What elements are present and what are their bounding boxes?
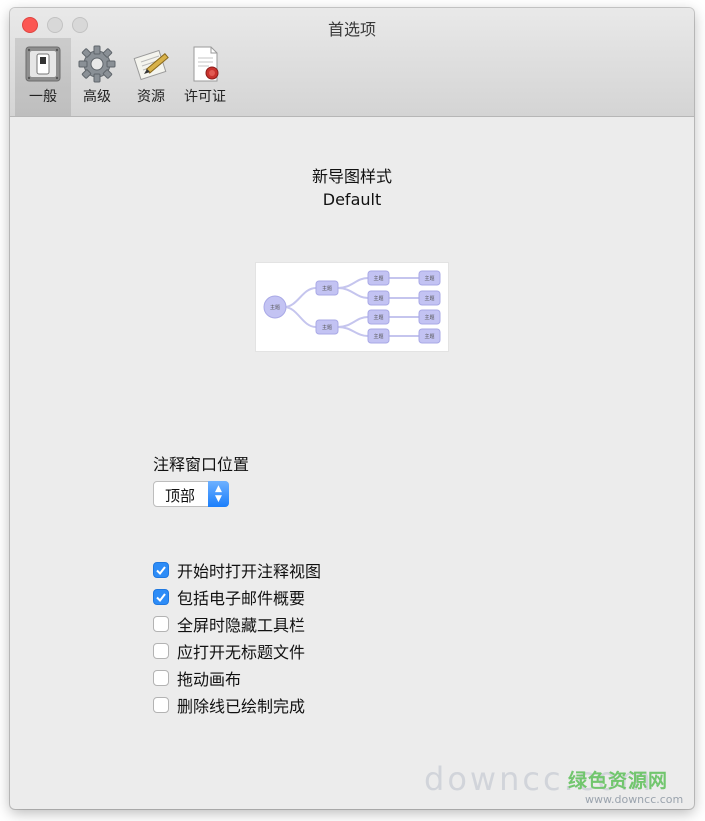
preview-subtopic-node: 主题 bbox=[424, 295, 434, 302]
checkbox-label: 包括电子邮件概要 bbox=[177, 588, 306, 608]
mind-map-preview: 主题 主题 主题 主题 主题 主题 主题 主题 主题 主题 主题 bbox=[263, 270, 441, 344]
map-style-preview[interactable]: 主题 主题 主题 主题 主题 主题 主题 主题 主题 主题 主题 bbox=[256, 263, 448, 351]
toolbar-tab-license[interactable]: 许可证 bbox=[177, 38, 233, 116]
checkmark-icon bbox=[156, 565, 166, 575]
preview-subtopic-node: 主题 bbox=[373, 314, 383, 321]
checkbox[interactable] bbox=[153, 615, 169, 632]
gear-icon bbox=[78, 45, 116, 83]
toolbar-tab-advanced[interactable]: 高级 bbox=[69, 38, 125, 116]
checkbox[interactable] bbox=[153, 696, 169, 713]
preview-subtopic-node: 主题 bbox=[373, 295, 383, 302]
note-window-heading: 注释窗口位置 bbox=[153, 455, 250, 474]
checkbox[interactable] bbox=[153, 642, 169, 659]
toolbar-label: 一般 bbox=[29, 89, 57, 105]
pencil-paper-icon bbox=[133, 49, 169, 81]
window-title: 首选项 bbox=[327, 20, 376, 39]
title-bar: 首选项 一般 高级 资源 许可证 bbox=[10, 8, 694, 117]
checkbox-label: 开始时打开注释视图 bbox=[177, 561, 322, 581]
checkbox-label: 全屏时隐藏工具栏 bbox=[177, 615, 306, 635]
checkbox-label: 拖动画布 bbox=[177, 669, 242, 689]
checkbox[interactable] bbox=[153, 561, 169, 578]
preview-subtopic-node: 主题 bbox=[424, 314, 434, 321]
general-pane: 新导图样式 Default 主题 主题 主题 主题 主题 主题 主题 主题 主题… bbox=[10, 117, 694, 809]
checkbox-row[interactable]: 应打开无标题文件 bbox=[153, 637, 321, 664]
toolbar-label: 高级 bbox=[83, 89, 111, 105]
toolbar-label: 许可证 bbox=[184, 89, 226, 105]
chevron-updown-icon: ▲ ▼ bbox=[208, 481, 229, 507]
map-style-value: Default bbox=[322, 190, 382, 209]
checkbox-row[interactable]: 全屏时隐藏工具栏 bbox=[153, 610, 321, 637]
checkbox-label: 应打开无标题文件 bbox=[177, 642, 306, 662]
checkbox[interactable] bbox=[153, 669, 169, 686]
preview-subtopic-node: 主题 bbox=[424, 275, 434, 282]
toolbar-label: 资源 bbox=[137, 89, 165, 105]
preview-subtopic-node: 主题 bbox=[373, 333, 383, 340]
map-style-heading: 新导图样式 bbox=[311, 167, 392, 186]
options-list: 开始时打开注释视图 包括电子邮件概要 全屏时隐藏工具栏 应打开无标题文件 拖动画… bbox=[153, 556, 321, 718]
checkbox-row[interactable]: 包括电子邮件概要 bbox=[153, 583, 321, 610]
preview-subtopic-node: 主题 bbox=[424, 333, 434, 340]
preferences-window: 首选项 一般 高级 资源 许可证 新导图样式 Default 主题 主题 主题 … bbox=[10, 8, 694, 809]
preview-topic-node: 主题 bbox=[322, 324, 332, 331]
checkbox-row[interactable]: 删除线已绘制完成 bbox=[153, 691, 321, 718]
checkbox-row[interactable]: 拖动画布 bbox=[153, 664, 321, 691]
certificate-icon bbox=[193, 46, 219, 82]
note-window-position-value: 顶部 bbox=[165, 487, 196, 505]
watermark-url: www.downcc.com bbox=[585, 793, 684, 806]
watermark-logo: 绿色资源网 bbox=[568, 770, 669, 792]
checkbox-row[interactable]: 开始时打开注释视图 bbox=[153, 556, 321, 583]
switch-icon bbox=[25, 46, 61, 82]
preview-topic-node: 主题 bbox=[322, 285, 332, 292]
checkbox[interactable] bbox=[153, 588, 169, 605]
toolbar-tab-general[interactable]: 一般 bbox=[15, 38, 71, 116]
toolbar-tab-resources[interactable]: 资源 bbox=[123, 38, 179, 116]
preview-subtopic-node: 主题 bbox=[373, 275, 383, 282]
checkmark-icon bbox=[156, 592, 166, 602]
preview-central-node: 主题 bbox=[270, 304, 280, 311]
note-window-position-select[interactable]: 顶部 ▲ ▼ bbox=[153, 481, 229, 507]
checkbox-label: 删除线已绘制完成 bbox=[177, 696, 306, 716]
